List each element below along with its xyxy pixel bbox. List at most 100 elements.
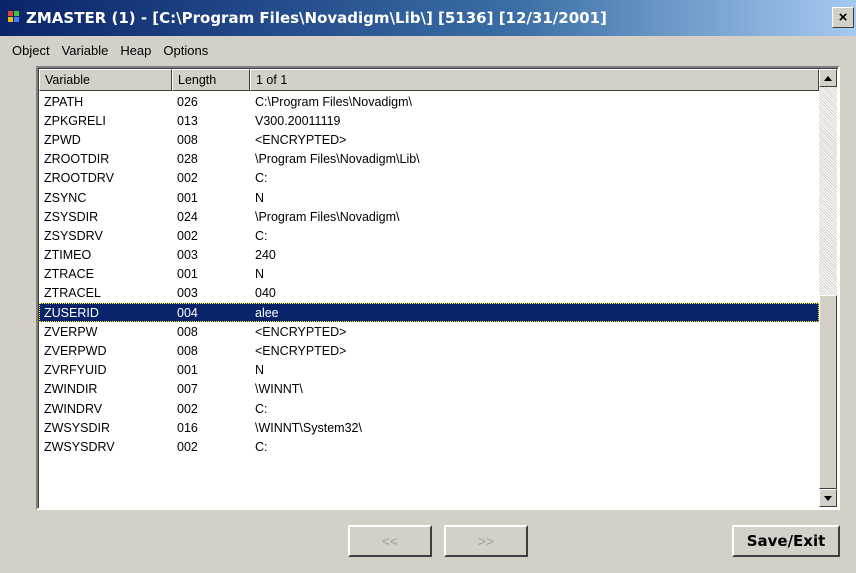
table-row[interactable]: ZTRACE 001 N	[39, 265, 819, 284]
cell-data: \Program Files\Novadigm\Lib\	[255, 152, 420, 167]
cell-length: 003	[177, 286, 198, 301]
app-icon	[8, 11, 22, 25]
cell-data: C:\Program Files\Novadigm\	[255, 94, 412, 109]
cell-length: 003	[177, 248, 198, 263]
cell-data: N	[255, 190, 265, 205]
cell-data: V300.20011119	[255, 113, 341, 128]
cell-length: 007	[177, 382, 198, 397]
table-row[interactable]: ZWINDIR 007 \WINNT\	[39, 380, 819, 399]
variable-list[interactable]: Variable Length 1 of 1 ZPATH 026 C:\Progra…	[36, 66, 840, 510]
cell-length: 001	[177, 267, 198, 282]
cell-data: \WINNT\System32\	[255, 420, 362, 435]
table-row[interactable]: ZVRFYUID 001 N	[39, 361, 819, 380]
close-button[interactable]: ×	[832, 7, 854, 28]
scroll-thumb[interactable]	[819, 295, 837, 489]
list-rows: ZPATH 026 C:\Program Files\Novadigm\ ZPKGRE…	[39, 92, 819, 457]
table-row[interactable]: ZUSERID 004 alee	[39, 303, 819, 323]
cell-length: 013	[177, 113, 198, 128]
cell-length: 008	[177, 344, 198, 359]
cell-variable: ZTIMEO	[44, 248, 92, 263]
cell-variable: ZVERPW	[44, 324, 98, 339]
cell-variable: ZUSERID	[44, 305, 99, 320]
table-row[interactable]: ZTRACEL 003 040	[39, 284, 819, 303]
cell-data: 040	[255, 286, 276, 301]
table-row[interactable]: ZROOTDIR 028 \Program Files\Novadigm\Lib\	[39, 150, 819, 169]
cell-length: 002	[177, 439, 198, 454]
cell-variable: ZSYSDIR	[44, 209, 99, 224]
cell-data: C:	[255, 401, 268, 416]
cell-variable: ZWINDIR	[44, 382, 98, 397]
arrow-up-icon	[824, 75, 832, 81]
list-header: Variable Length 1 of 1	[39, 69, 819, 91]
cell-data: C:	[255, 228, 268, 243]
menu-variable[interactable]: Variable	[56, 43, 115, 58]
column-header-variable[interactable]: Variable	[39, 69, 172, 91]
cell-variable: ZTRACEL	[44, 286, 101, 301]
save-exit-button[interactable]: Save/Exit	[732, 525, 840, 557]
cell-variable: ZPWD	[44, 132, 81, 147]
arrow-down-icon	[824, 495, 832, 501]
cell-variable: ZROOTDRV	[44, 171, 114, 186]
menu-bar: Object Variable Heap Options	[0, 36, 856, 64]
cell-variable: ZWSYSDIR	[44, 420, 110, 435]
table-row[interactable]: ZWSYSDRV 002 C:	[39, 437, 819, 456]
cell-data: <ENCRYPTED>	[255, 344, 347, 359]
title-bar: ZMASTER (1) - [C:\Program Files\Novadigm…	[0, 0, 856, 36]
cell-variable: ZPATH	[44, 94, 84, 109]
menu-heap[interactable]: Heap	[114, 43, 157, 58]
menu-options[interactable]: Options	[157, 43, 214, 58]
cell-length: 024	[177, 209, 198, 224]
cell-variable: ZSYNC	[44, 190, 87, 205]
cell-variable: ZWINDRV	[44, 401, 103, 416]
window-title: ZMASTER (1) - [C:\Program Files\Novadigm…	[26, 9, 607, 27]
table-row[interactable]: ZWSYSDIR 016 \WINNT\System32\	[39, 418, 819, 437]
cell-data: N	[255, 363, 265, 378]
column-header-length[interactable]: Length	[172, 69, 250, 91]
cell-variable: ZPKGRELI	[44, 113, 106, 128]
table-row[interactable]: ZSYSDRV 002 C:	[39, 226, 819, 245]
cell-data: <ENCRYPTED>	[255, 324, 347, 339]
cell-variable: ZTRACE	[44, 267, 94, 282]
table-row[interactable]: ZPKGRELI 013 V300.20011119	[39, 111, 819, 130]
cell-length: 028	[177, 152, 198, 167]
menu-object[interactable]: Object	[6, 43, 56, 58]
table-row[interactable]: ZWINDRV 002 C:	[39, 399, 819, 418]
cell-variable: ZVRFYUID	[44, 363, 107, 378]
cell-length: 001	[177, 363, 198, 378]
table-row[interactable]: ZVERPWD 008 <ENCRYPTED>	[39, 341, 819, 360]
cell-length: 008	[177, 324, 198, 339]
scroll-up-button[interactable]	[819, 69, 837, 87]
scroll-down-button[interactable]	[819, 489, 837, 507]
cell-length: 004	[177, 305, 198, 320]
cell-length: 002	[177, 171, 198, 186]
cell-length: 016	[177, 420, 198, 435]
cell-data: C:	[255, 439, 268, 454]
cell-variable: ZWSYSDRV	[44, 439, 115, 454]
cell-data: \WINNT\	[255, 382, 303, 397]
table-row[interactable]: ZPWD 008 <ENCRYPTED>	[39, 130, 819, 149]
cell-length: 008	[177, 132, 198, 147]
next-button[interactable]: >>	[444, 525, 528, 557]
cell-length: 002	[177, 401, 198, 416]
cell-data: N	[255, 267, 265, 282]
previous-button[interactable]: <<	[348, 525, 432, 557]
cell-data: \Program Files\Novadigm\	[255, 209, 400, 224]
table-row[interactable]: ZSYNC 001 N	[39, 188, 819, 207]
cell-length: 001	[177, 190, 198, 205]
table-row[interactable]: ZSYSDIR 024 \Program Files\Novadigm\	[39, 207, 819, 226]
table-row[interactable]: ZVERPW 008 <ENCRYPTED>	[39, 322, 819, 341]
cell-variable: ZROOTDIR	[44, 152, 110, 167]
table-row[interactable]: ZROOTDRV 002 C:	[39, 169, 819, 188]
table-row[interactable]: ZTIMEO 003 240	[39, 246, 819, 265]
cell-length: 026	[177, 94, 198, 109]
vertical-scrollbar[interactable]	[819, 69, 837, 507]
cell-data: C:	[255, 171, 268, 186]
table-row[interactable]: ZPATH 026 C:\Program Files\Novadigm\	[39, 92, 819, 111]
cell-variable: ZSYSDRV	[44, 228, 103, 243]
cell-data: <ENCRYPTED>	[255, 132, 347, 147]
cell-length: 002	[177, 228, 198, 243]
cell-data: alee	[255, 305, 279, 320]
cell-data: 240	[255, 248, 276, 263]
column-header-data[interactable]: 1 of 1	[250, 69, 819, 91]
cell-variable: ZVERPWD	[44, 344, 107, 359]
